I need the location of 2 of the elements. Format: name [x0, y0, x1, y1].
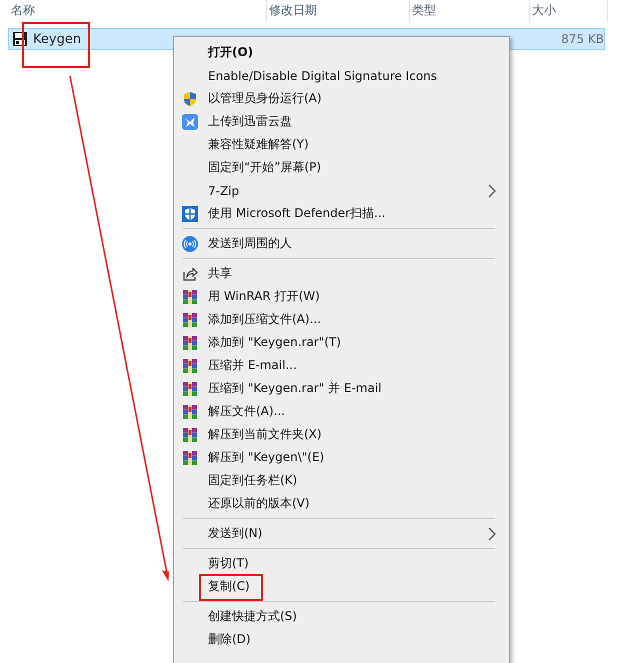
file-size: 875 KB [561, 32, 604, 46]
file-name: Keygen [33, 32, 82, 46]
